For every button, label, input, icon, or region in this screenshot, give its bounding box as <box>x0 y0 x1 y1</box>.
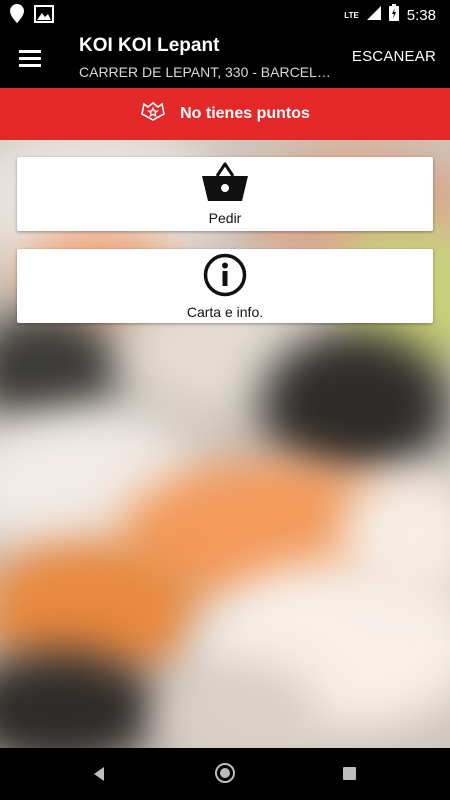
shopping-basket-icon <box>200 161 250 208</box>
system-nav-bar <box>0 748 450 800</box>
gallery-icon <box>34 4 54 28</box>
back-icon[interactable] <box>92 766 106 787</box>
status-time: 5:38 <box>406 6 436 24</box>
hamburger-menu-icon[interactable] <box>14 42 46 74</box>
app-bar: KOI KOI Lepant CARRER DE LEPANT, 330 - B… <box>0 28 450 88</box>
location-icon <box>10 4 24 28</box>
network-type: LTE <box>344 10 359 20</box>
recent-apps-icon[interactable] <box>343 767 356 780</box>
page-title: KOI KOI Lepant <box>79 35 220 56</box>
restaurant-address: CARRER DE LEPANT, 330 - BARCELONA <box>79 64 339 80</box>
points-text: No tienes puntos <box>180 105 310 122</box>
order-card[interactable]: Pedir <box>17 157 433 231</box>
signal-icon <box>366 5 381 25</box>
home-icon[interactable] <box>215 763 235 783</box>
info-circle-icon <box>203 253 247 302</box>
order-label: Pedir <box>208 210 242 226</box>
background-photo <box>0 140 450 748</box>
status-bar: LTE 5:38 <box>0 0 450 28</box>
menu-info-label: Carta e info. <box>186 304 264 320</box>
battery-charging-icon <box>388 4 399 26</box>
scan-button[interactable]: ESCANEAR <box>352 48 436 65</box>
menu-info-card[interactable]: Carta e info. <box>17 249 433 323</box>
badge-star-icon <box>140 101 166 127</box>
points-banner[interactable]: No tienes puntos <box>0 88 450 140</box>
